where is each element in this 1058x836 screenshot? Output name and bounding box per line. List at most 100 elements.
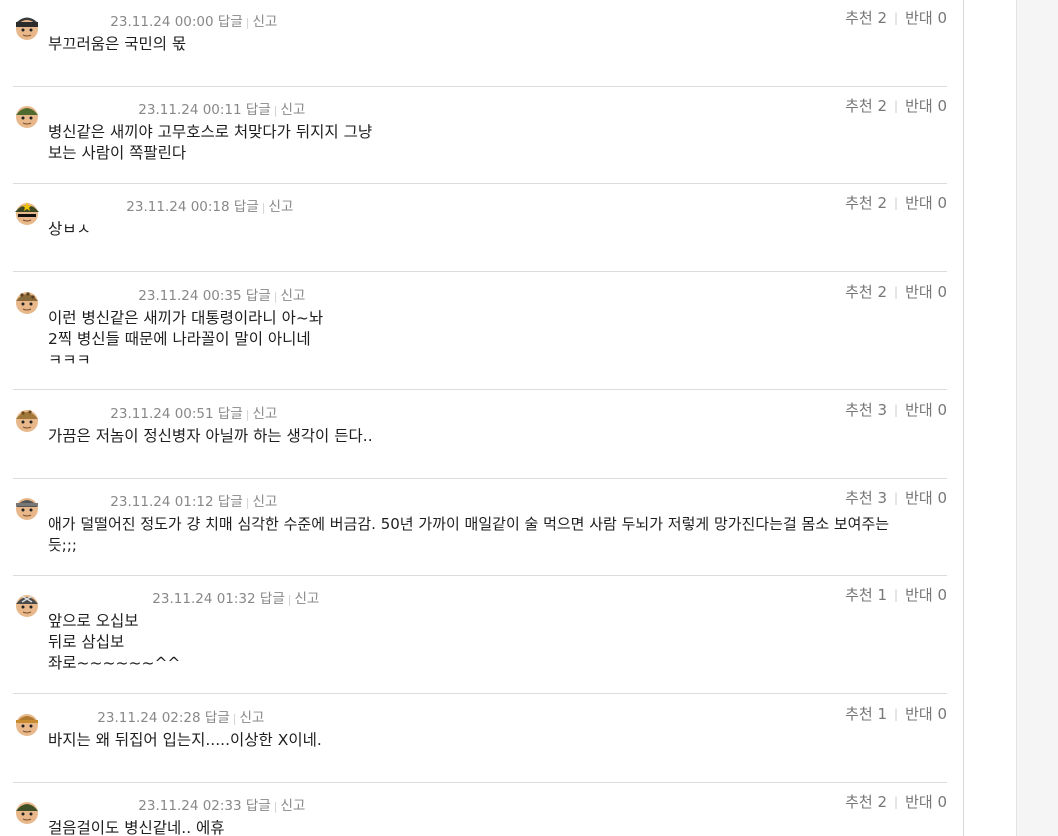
separator: | xyxy=(245,496,250,509)
upvote-count: 1 xyxy=(877,586,888,604)
report-link[interactable]: 신고 xyxy=(252,406,277,422)
avatar[interactable] xyxy=(13,591,41,619)
comment-line: 걸음걸이도 병신같네.. 에휴 xyxy=(48,819,225,836)
upvote-button[interactable]: 추천 2 xyxy=(845,194,887,212)
reply-link[interactable]: 답글 xyxy=(218,494,243,510)
comment-line: 바지는 왜 뒤집어 입는지.....이상한 X이네. xyxy=(48,731,322,749)
comment-line: 애가 덜떨어진 정도가 걍 치매 심각한 수준에 버금감. 50년 가까이 매일… xyxy=(48,515,890,554)
upvote-button[interactable]: 추천 3 xyxy=(845,489,887,507)
nickname-blurred[interactable] xyxy=(48,712,93,724)
downvote-button[interactable]: 반대 0 xyxy=(905,586,947,604)
report-link[interactable]: 신고 xyxy=(294,591,319,607)
comment-time: 23.11.24 00:51 xyxy=(110,406,214,422)
upvote-count: 2 xyxy=(877,793,888,811)
divider xyxy=(13,782,947,783)
report-link[interactable]: 신고 xyxy=(280,288,305,304)
reply-link[interactable]: 답글 xyxy=(260,591,285,607)
scrollbar[interactable] xyxy=(1016,0,1058,836)
soldier-avatar-icon xyxy=(16,106,38,128)
comment-meta: 23.11.24 00:00 답글 | 신고 xyxy=(48,14,277,31)
report-link[interactable]: 신고 xyxy=(268,199,293,215)
report-link[interactable]: 신고 xyxy=(239,710,264,726)
comment-line: 좌로~~~~~~^^ xyxy=(48,654,181,672)
downvote-button[interactable]: 반대 0 xyxy=(905,283,947,301)
downvote-count: 0 xyxy=(937,97,947,115)
comment-line: 가끔은 저놈이 정신병자 아닐까 하는 생각이 든다.. xyxy=(48,427,373,445)
upvote-button[interactable]: 추천 2 xyxy=(845,283,887,301)
comment-body: 걸음걸이도 병신같네.. 에휴 xyxy=(48,818,908,836)
comment-meta: 23.11.24 00:18 답글 | 신고 xyxy=(48,199,293,216)
comment-time: 23.11.24 00:18 xyxy=(126,199,230,215)
downvote-button[interactable]: 반대 0 xyxy=(905,194,947,212)
comment-meta: 23.11.24 00:35 답글 | 신고 xyxy=(48,288,305,305)
reply-link[interactable]: 답글 xyxy=(246,798,271,814)
vote-box: 추천 2 | 반대 0 xyxy=(845,793,947,811)
nickname-blurred[interactable] xyxy=(48,496,106,508)
nickname-blurred[interactable] xyxy=(48,16,106,28)
upvote-button[interactable]: 추천 2 xyxy=(845,9,887,27)
nickname-blurred[interactable] xyxy=(48,104,134,116)
right-gutter xyxy=(964,0,1016,836)
comment-body: 부끄러움은 국민의 몫 xyxy=(48,34,908,55)
avatar[interactable] xyxy=(13,494,41,522)
comment-item: 23.11.24 00:51 답글 | 신고 추천 3 | 반대 0 가끔은 저놈이 정… xyxy=(13,401,947,466)
comment-time: 23.11.24 00:35 xyxy=(138,288,242,304)
comment-meta: 23.11.24 01:12 답글 | 신고 xyxy=(48,494,277,511)
upvote-button[interactable]: 추천 1 xyxy=(845,705,887,723)
nickname-blurred[interactable] xyxy=(48,800,134,812)
separator: | xyxy=(232,712,237,725)
upvote-count: 2 xyxy=(877,283,888,301)
reply-link[interactable]: 답글 xyxy=(218,406,243,422)
report-link[interactable]: 신고 xyxy=(280,102,305,118)
upvote-count: 1 xyxy=(877,705,888,723)
reply-link[interactable]: 답글 xyxy=(246,102,271,118)
downvote-button[interactable]: 반대 0 xyxy=(905,9,947,27)
upvote-button[interactable]: 추천 2 xyxy=(845,793,887,811)
downvote-button[interactable]: 반대 0 xyxy=(905,401,947,419)
downvote-button[interactable]: 반대 0 xyxy=(905,793,947,811)
comment-time: 23.11.24 02:33 xyxy=(138,798,242,814)
upvote-button[interactable]: 추천 1 xyxy=(845,586,887,604)
comment-line: 부끄러움은 국민의 몫 xyxy=(48,35,187,53)
avatar[interactable] xyxy=(13,406,41,434)
soldier-avatar-icon xyxy=(16,802,38,824)
avatar[interactable] xyxy=(13,798,41,826)
comment-meta: 23.11.24 02:33 답글 | 신고 xyxy=(48,798,305,815)
report-link[interactable]: 신고 xyxy=(280,798,305,814)
divider xyxy=(13,271,947,272)
avatar[interactable] xyxy=(13,102,41,130)
comment-time: 23.11.24 01:32 xyxy=(152,591,256,607)
comment-time: 23.11.24 02:28 xyxy=(97,710,201,726)
report-link[interactable]: 신고 xyxy=(252,14,277,30)
avatar[interactable] xyxy=(13,710,41,738)
nickname-blurred[interactable] xyxy=(48,408,106,420)
downvote-button[interactable]: 반대 0 xyxy=(905,97,947,115)
reply-link[interactable]: 답글 xyxy=(205,710,230,726)
downvote-count: 0 xyxy=(937,586,947,604)
downvote-button[interactable]: 반대 0 xyxy=(905,489,947,507)
downvote-count: 0 xyxy=(937,283,947,301)
comment-line: 앞으로 오십보 xyxy=(48,612,139,630)
report-link[interactable]: 신고 xyxy=(252,494,277,510)
upvote-button[interactable]: 추천 2 xyxy=(845,97,887,115)
upvote-button[interactable]: 추천 3 xyxy=(845,401,887,419)
downvote-count: 0 xyxy=(937,793,947,811)
downvote-count: 0 xyxy=(937,194,947,212)
vote-box: 추천 2 | 반대 0 xyxy=(845,9,947,27)
nickname-blurred[interactable] xyxy=(48,290,134,302)
vote-box: 추천 3 | 반대 0 xyxy=(845,401,947,419)
avatar[interactable] xyxy=(13,14,41,42)
reply-link[interactable]: 답글 xyxy=(218,14,243,30)
comment-body: 애가 덜떨어진 정도가 걍 치매 심각한 수준에 버금감. 50년 가까이 매일… xyxy=(48,514,903,556)
reply-link[interactable]: 답글 xyxy=(246,288,271,304)
reply-link[interactable]: 답글 xyxy=(234,199,259,215)
nickname-blurred[interactable] xyxy=(48,201,122,213)
avatar[interactable] xyxy=(13,199,41,227)
downvote-button[interactable]: 반대 0 xyxy=(905,705,947,723)
comment-line: 이런 병신같은 새끼가 대통령이라니 아~놔 xyxy=(48,309,324,327)
avatar[interactable] xyxy=(13,288,41,316)
nickname-blurred[interactable] xyxy=(48,593,148,605)
vote-box: 추천 2 | 반대 0 xyxy=(845,283,947,301)
comment-body: 앞으로 오십보 뒤로 삼십보 좌로~~~~~~^^ xyxy=(48,611,908,674)
divider xyxy=(13,478,947,479)
